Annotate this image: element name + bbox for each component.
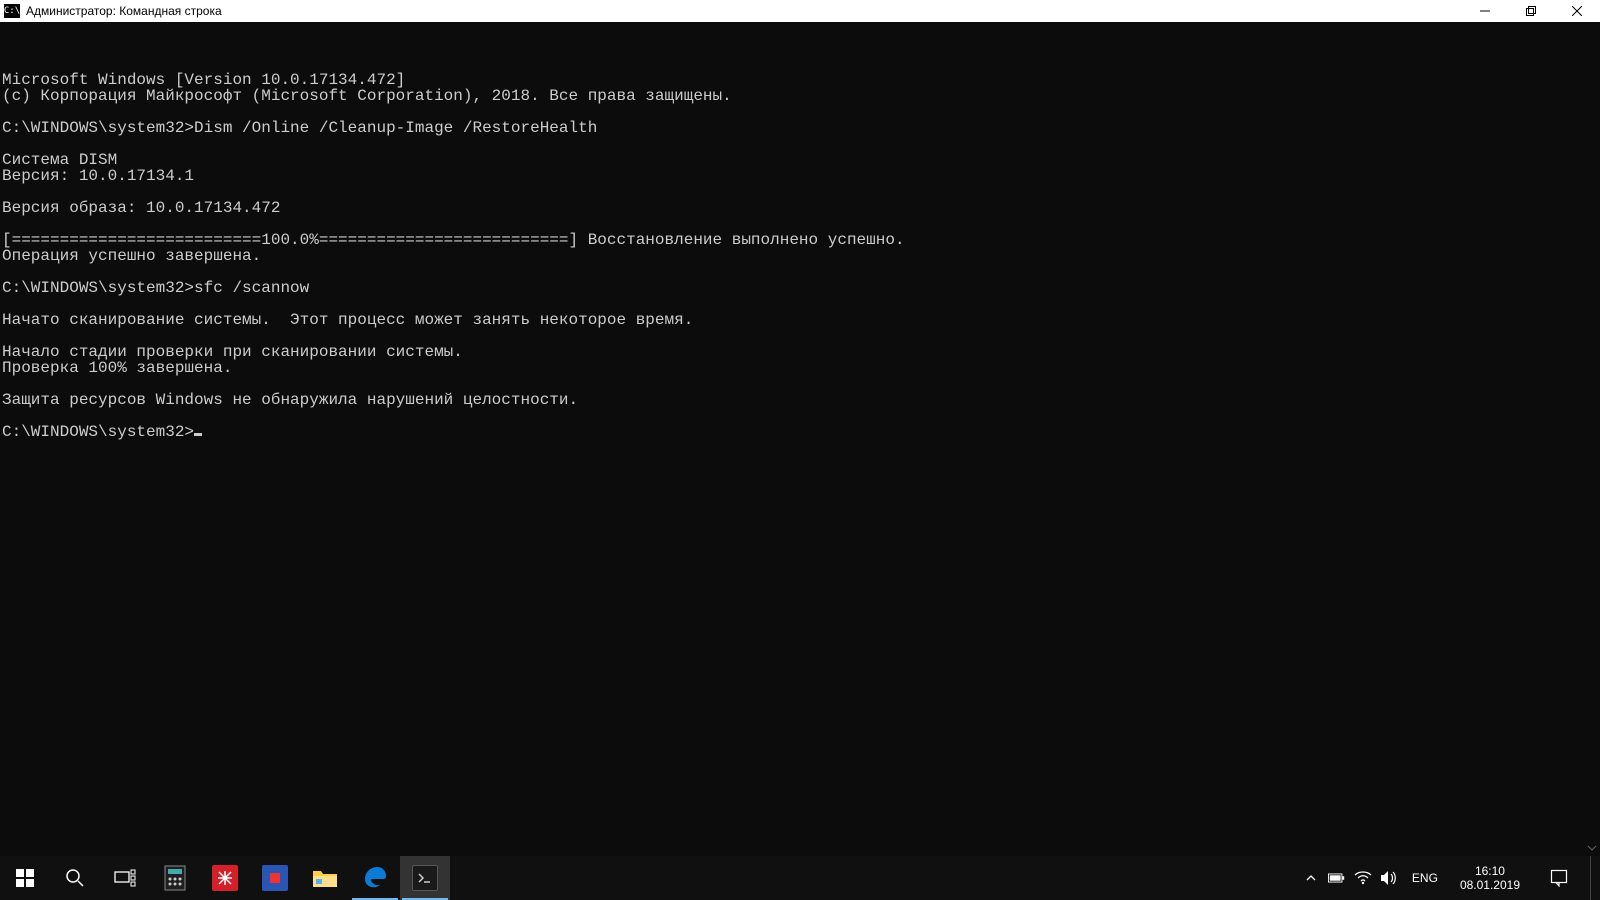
taskbar-app-calculator[interactable]: [150, 856, 200, 900]
taskbar-app-blue[interactable]: [250, 856, 300, 900]
edge-icon: [362, 865, 388, 891]
console-output[interactable]: Microsoft Windows [Version 10.0.17134.47…: [0, 22, 1600, 856]
minimize-button[interactable]: [1462, 0, 1508, 22]
tray-clock[interactable]: 16:10 08.01.2019: [1452, 856, 1528, 900]
console-line: [2, 328, 1598, 344]
cursor: [194, 433, 202, 436]
console-line: Версия: 10.0.17134.1: [2, 168, 1598, 184]
console-line: C:\WINDOWS\system32>Dism /Online /Cleanu…: [2, 120, 1598, 136]
console-line: [2, 264, 1598, 280]
taskbar-app-cmd[interactable]: [400, 856, 450, 900]
start-button[interactable]: [0, 856, 50, 900]
task-view-icon: [114, 869, 136, 887]
window-title: Администратор: Командная строка: [26, 4, 222, 18]
console-line: [2, 184, 1598, 200]
console-line: Начало стадии проверки при сканировании …: [2, 344, 1598, 360]
show-desktop-button[interactable]: [1590, 856, 1596, 900]
app-icon-blue: [262, 865, 288, 891]
console-line: Защита ресурсов Windows не обнаружила на…: [2, 392, 1598, 408]
console-line: Microsoft Windows [Version 10.0.17134.47…: [2, 72, 1598, 88]
tray-language-button[interactable]: ENG: [1406, 856, 1444, 900]
maximize-button[interactable]: [1508, 0, 1554, 22]
console-line: [2, 104, 1598, 120]
taskbar-app-edge[interactable]: [350, 856, 400, 900]
wifi-icon: [1354, 871, 1372, 885]
taskbar: ENG 16:10 08.01.2019: [0, 856, 1600, 900]
console-prompt[interactable]: C:\WINDOWS\system32>: [2, 424, 1598, 440]
file-explorer-icon: [312, 865, 338, 891]
console-line: [2, 136, 1598, 152]
titlebar[interactable]: C:\ Администратор: Командная строка: [0, 0, 1600, 22]
console-line: (c) Корпорация Майкрософт (Microsoft Cor…: [2, 88, 1598, 104]
tray-time: 16:10: [1460, 864, 1520, 878]
taskbar-app-red[interactable]: [200, 856, 250, 900]
taskbar-app-file-explorer[interactable]: [300, 856, 350, 900]
console-line: [==========================100.0%=======…: [2, 232, 1598, 248]
console-line: Cистема DISM: [2, 152, 1598, 168]
chevron-up-icon: [1306, 873, 1316, 883]
console-line: Начато сканирование системы. Этот процес…: [2, 312, 1598, 328]
windows-icon: [16, 869, 34, 887]
cmd-icon: C:\: [4, 4, 20, 18]
system-tray: ENG 16:10 08.01.2019: [1298, 856, 1600, 900]
console-line: [2, 408, 1598, 424]
console-line: [2, 376, 1598, 392]
battery-icon: [1328, 872, 1346, 884]
volume-icon: [1380, 870, 1398, 886]
console-line: Операция успешно завершена.: [2, 248, 1598, 264]
notifications-icon: [1550, 869, 1568, 887]
tray-notifications-button[interactable]: [1536, 856, 1582, 900]
calculator-icon: [162, 865, 188, 891]
search-button[interactable]: [50, 856, 100, 900]
tray-battery-button[interactable]: [1328, 856, 1346, 900]
search-icon: [65, 868, 85, 888]
tray-overflow-button[interactable]: [1302, 856, 1320, 900]
scroll-down-icon[interactable]: [1583, 839, 1600, 856]
console-line: [2, 296, 1598, 312]
console-line: C:\WINDOWS\system32>sfc /scannow: [2, 280, 1598, 296]
app-icon-red: [212, 865, 238, 891]
console-line: [2, 216, 1598, 232]
tray-date: 08.01.2019: [1460, 878, 1520, 892]
close-button[interactable]: [1554, 0, 1600, 22]
tray-wifi-button[interactable]: [1354, 856, 1372, 900]
task-view-button[interactable]: [100, 856, 150, 900]
command-prompt-window: C:\ Администратор: Командная строка Micr…: [0, 0, 1600, 856]
console-line: Версия образа: 10.0.17134.472: [2, 200, 1598, 216]
console-scrollbar[interactable]: [1583, 22, 1600, 856]
console-line: Проверка 100% завершена.: [2, 360, 1598, 376]
cmd-taskbar-icon: [412, 865, 438, 891]
tray-volume-button[interactable]: [1380, 856, 1398, 900]
